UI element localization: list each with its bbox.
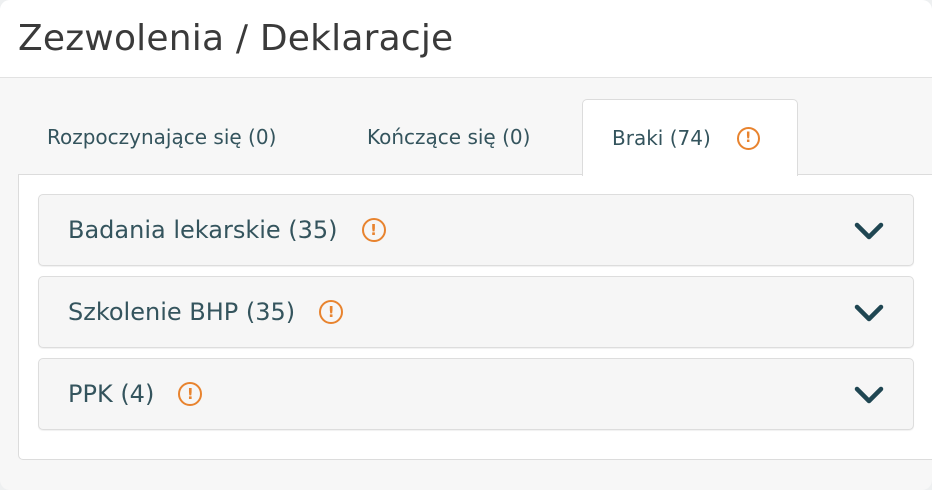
warning-icon: ! <box>361 218 386 242</box>
tab-missing[interactable]: Braki (74) ! <box>582 99 798 176</box>
chevron-down-icon[interactable] <box>853 220 885 242</box>
tab-label: Braki (74) <box>612 126 711 150</box>
chevron-down-icon[interactable] <box>853 302 885 324</box>
chevron-down-icon[interactable] <box>853 384 885 406</box>
tab-label: Kończące się (0) <box>367 125 531 149</box>
tab-starting[interactable]: Rozpoczynające się (0) <box>47 99 276 175</box>
warning-icon: ! <box>178 382 203 406</box>
permits-panel: Zezwolenia / Deklaracje Rozpoczynające s… <box>0 0 932 490</box>
warning-icon: ! <box>319 300 344 324</box>
tab-label: Rozpoczynające się (0) <box>47 125 277 149</box>
panel-title: Zezwolenia / Deklaracje <box>18 18 454 59</box>
accordion-item-ppk[interactable]: PPK (4) ! <box>38 358 914 430</box>
accordion-label: PPK (4) <box>68 380 155 408</box>
warning-icon: ! <box>736 126 760 150</box>
accordion-item-safety-training[interactable]: Szkolenie BHP (35) ! <box>38 276 914 348</box>
panel-header: Zezwolenia / Deklaracje <box>0 0 932 78</box>
accordion-label: Szkolenie BHP (35) <box>68 298 296 326</box>
tab-ending[interactable]: Kończące się (0) <box>367 99 530 175</box>
accordion-item-medical-exams[interactable]: Badania lekarskie (35) ! <box>38 194 914 266</box>
accordion-label: Badania lekarskie (35) <box>68 216 338 244</box>
